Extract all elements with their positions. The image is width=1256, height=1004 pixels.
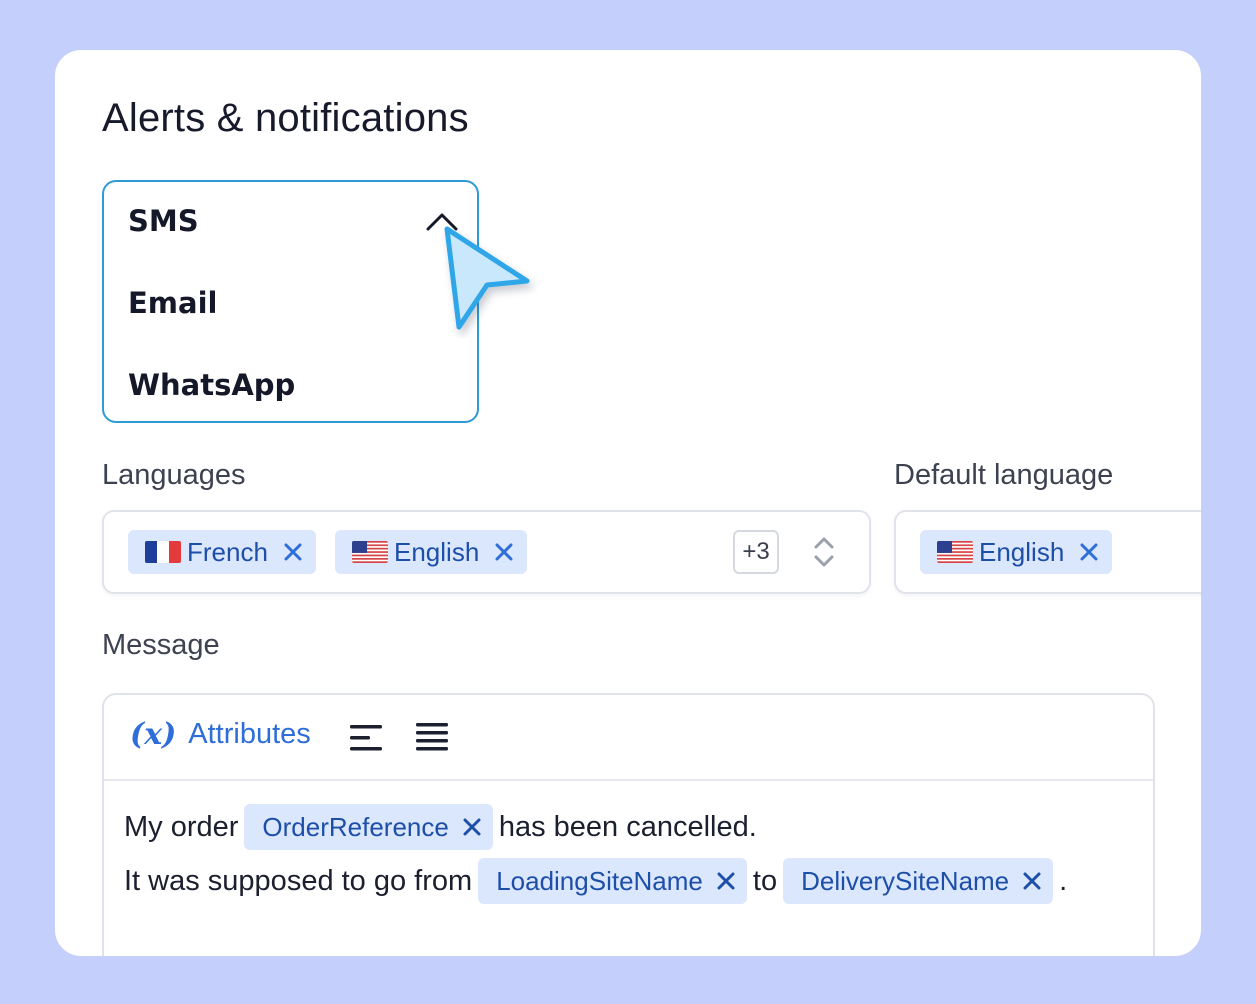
attribute-tag-order-reference: OrderReference [244, 804, 493, 850]
default-language-select[interactable]: English [894, 510, 1201, 594]
attributes-button[interactable]: (x) Attributes [130, 717, 311, 752]
chip-label: English [394, 536, 480, 567]
remove-icon[interactable] [495, 543, 513, 561]
settings-card: Alerts & notifications SMS Email WhatsAp… [55, 50, 1201, 956]
message-line: It was supposed to go from LoadingSiteNa… [124, 857, 1067, 905]
attribute-tag-delivery-site: DeliverySiteName [783, 858, 1054, 904]
chevron-up-icon[interactable] [426, 212, 458, 232]
remove-icon[interactable] [463, 818, 481, 836]
align-left-icon[interactable] [350, 723, 384, 753]
dropdown-option-email[interactable]: Email [128, 286, 217, 320]
remove-icon[interactable] [1023, 872, 1041, 890]
fr-flag-icon [145, 541, 181, 563]
default-language-chip: English [920, 530, 1113, 574]
language-chip-french: French [128, 530, 316, 574]
tag-label: DeliverySiteName [801, 865, 1010, 896]
us-flag-icon [937, 541, 973, 563]
dropdown-option-whatsapp[interactable]: WhatsApp [128, 368, 295, 402]
dropdown-option-sms[interactable]: SMS [128, 204, 199, 238]
attributes-label: Attributes [188, 718, 311, 750]
page-title: Alerts & notifications [102, 96, 469, 140]
message-body[interactable]: My order OrderReference has been cancell… [124, 803, 1067, 911]
remove-icon[interactable] [284, 543, 302, 561]
message-line: My order OrderReference has been cancell… [124, 803, 1067, 851]
editor-toolbar: (x) Attributes [104, 695, 1153, 781]
attribute-tag-loading-site: LoadingSiteName [478, 858, 747, 904]
tag-label: OrderReference [262, 811, 449, 842]
us-flag-icon [352, 541, 388, 563]
default-language-label: Default language [894, 459, 1114, 491]
language-chip-english: English [335, 530, 528, 574]
align-justify-icon[interactable] [416, 721, 450, 755]
tag-label: LoadingSiteName [496, 865, 703, 896]
more-languages-badge[interactable]: +3 [733, 530, 779, 574]
message-editor[interactable]: (x) Attributes My order OrderReference h… [102, 693, 1155, 956]
message-text: . [1059, 864, 1068, 897]
chip-label: French [187, 536, 268, 567]
languages-label: Languages [102, 459, 246, 491]
channel-dropdown[interactable]: SMS Email WhatsApp [102, 180, 479, 423]
message-text: to [752, 864, 778, 897]
remove-icon[interactable] [717, 872, 735, 890]
chip-label: English [979, 536, 1065, 567]
chevron-updown-icon[interactable] [811, 534, 837, 570]
message-text: has been cancelled. [498, 810, 757, 843]
variable-icon: (x) [130, 717, 177, 752]
languages-multiselect[interactable]: French English +3 [102, 510, 871, 594]
remove-icon[interactable] [1080, 543, 1098, 561]
message-text: It was supposed to go from [124, 864, 473, 897]
message-label: Message [102, 629, 220, 661]
message-text: My order [124, 810, 239, 843]
